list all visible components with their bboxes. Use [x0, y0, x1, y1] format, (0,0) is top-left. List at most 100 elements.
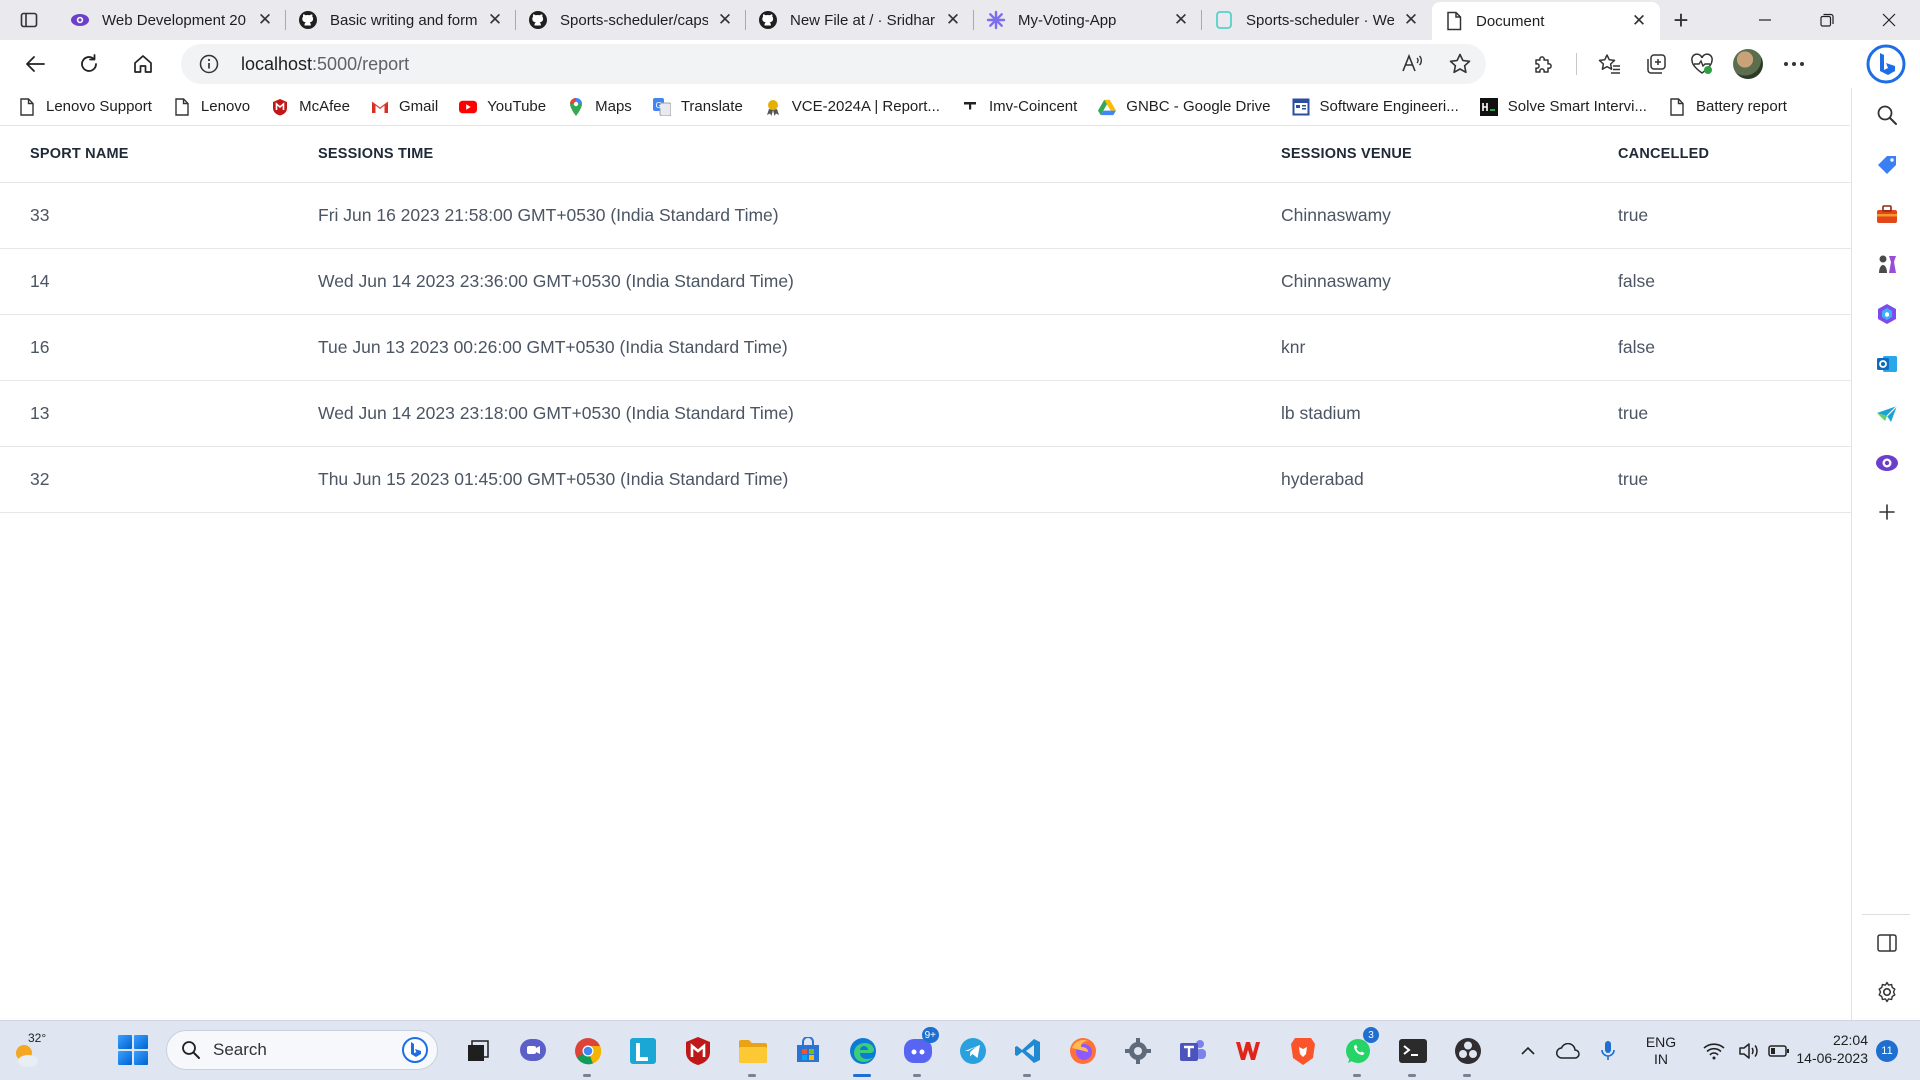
weather-widget[interactable]: 32°	[10, 1031, 50, 1069]
notification-center-badge[interactable]: 11	[1876, 1040, 1898, 1062]
url-path: :5000/report	[312, 53, 410, 74]
sidebar-search-button[interactable]	[1874, 102, 1900, 128]
browser-essentials-button[interactable]	[1679, 44, 1725, 84]
close-tab-icon[interactable]: ✕	[1400, 9, 1422, 31]
sidebar-games-button[interactable]	[1874, 251, 1900, 277]
sidebar-split-screen-button[interactable]	[1874, 930, 1900, 956]
close-tab-icon[interactable]: ✕	[942, 9, 964, 31]
clock[interactable]: 22:04 14-06-2023	[1780, 1031, 1868, 1067]
close-tab-icon[interactable]: ✕	[484, 9, 506, 31]
toolbox-icon	[1877, 205, 1897, 223]
gmail-icon	[371, 98, 389, 116]
edge-button[interactable]	[835, 1031, 890, 1077]
bookmark-imv-coincent[interactable]: Imv-Coincent	[961, 98, 1077, 116]
chrome-button[interactable]	[560, 1031, 615, 1077]
bookmark-battery-report[interactable]: Battery report	[1668, 97, 1787, 116]
translate-icon: G	[652, 97, 671, 116]
sidebar-shopping-button[interactable]	[1874, 152, 1900, 178]
close-tab-icon[interactable]: ✕	[1170, 9, 1192, 31]
profile-button[interactable]	[1725, 44, 1771, 84]
tab-sports-scheduler-caps[interactable]: Sports-scheduler/caps ✕	[516, 0, 746, 40]
tab-sports-scheduler-web[interactable]: Sports-scheduler · We ✕	[1202, 0, 1432, 40]
tab-web-development[interactable]: Web Development 20 ✕	[58, 0, 286, 40]
bookmark-software-engineering[interactable]: Software Engineeri...	[1292, 98, 1459, 116]
bookmark-lenovo-support[interactable]: Lenovo Support	[18, 97, 152, 116]
favorites-button[interactable]	[1587, 44, 1633, 84]
tab-my-voting-app[interactable]: My-Voting-App ✕	[974, 0, 1202, 40]
volume-button[interactable]	[1734, 1031, 1764, 1071]
wps-office-button[interactable]	[1220, 1031, 1275, 1071]
address-bar[interactable]: localhost:5000/report	[181, 44, 1486, 84]
firefox-button[interactable]	[1055, 1031, 1110, 1071]
taskbar-search[interactable]: Search	[166, 1030, 438, 1070]
mcafee-button[interactable]	[670, 1031, 725, 1071]
start-button[interactable]	[118, 1035, 148, 1065]
home-button[interactable]	[120, 44, 166, 84]
copilot-button[interactable]	[1866, 44, 1906, 84]
tab-title: Sports-scheduler/caps	[560, 11, 708, 29]
bookmark-google-drive[interactable]: GNBC - Google Drive	[1098, 98, 1271, 116]
bookmark-maps[interactable]: Maps	[567, 97, 632, 116]
sidebar-microsoft365-button[interactable]	[1874, 301, 1900, 327]
bookmark-mcafee[interactable]: McAfee	[271, 98, 350, 116]
telegram-button[interactable]	[945, 1031, 1000, 1071]
settings-app-button[interactable]	[1110, 1031, 1165, 1071]
whatsapp-button[interactable]: 3	[1330, 1027, 1385, 1077]
bookmark-vce-report[interactable]: VCE-2024A | Report...	[764, 98, 940, 116]
bookmark-youtube[interactable]: YouTube	[459, 98, 546, 116]
microphone-button[interactable]	[1588, 1031, 1628, 1071]
extensions-button[interactable]	[1520, 44, 1566, 84]
url-text[interactable]: localhost:5000/report	[241, 54, 409, 75]
close-window-button[interactable]	[1858, 0, 1920, 40]
sidebar-add-button[interactable]	[1874, 499, 1900, 525]
collections-button[interactable]	[1633, 44, 1679, 84]
close-tab-icon[interactable]: ✕	[1628, 10, 1650, 32]
vscode-button[interactable]	[1000, 1031, 1055, 1077]
tab-basic-writing[interactable]: Basic writing and form ✕	[286, 0, 516, 40]
bookmark-solve-smart-interview[interactable]: Solve Smart Intervi...	[1479, 97, 1647, 116]
mcafee-icon	[271, 98, 289, 116]
microsoft-store-button[interactable]	[780, 1031, 835, 1071]
sidebar-app-button[interactable]	[1874, 450, 1900, 476]
sidebar-settings-button[interactable]	[1874, 979, 1900, 1005]
restore-button[interactable]	[1796, 0, 1858, 40]
sidebar-drop-button[interactable]	[1874, 401, 1900, 427]
pinned-apps: 9+ 3	[450, 1027, 1495, 1077]
tab-document[interactable]: Document ✕	[1432, 2, 1660, 40]
info-icon[interactable]	[199, 54, 219, 74]
language-indicator[interactable]: ENG IN	[1636, 1034, 1686, 1068]
settings-menu-button[interactable]	[1771, 44, 1817, 84]
close-tab-icon[interactable]: ✕	[254, 9, 276, 31]
onedrive-button[interactable]	[1548, 1031, 1588, 1071]
bookmark-gmail[interactable]: Gmail	[371, 98, 438, 116]
teams-chat-button[interactable]	[505, 1031, 560, 1071]
report-table: SPORT NAME SESSIONS TIME SESSIONS VENUE …	[0, 127, 1851, 513]
star-icon[interactable]	[1448, 52, 1472, 76]
new-tab-button[interactable]: +	[1660, 0, 1702, 40]
tab-actions-button[interactable]	[0, 0, 58, 40]
network-button[interactable]	[1694, 1031, 1734, 1071]
terminal-button[interactable]	[1385, 1031, 1440, 1077]
show-hidden-icons-button[interactable]	[1508, 1031, 1548, 1071]
terminal-icon	[1479, 97, 1498, 116]
sidebar-tools-button[interactable]	[1874, 201, 1900, 227]
bookmark-lenovo[interactable]: Lenovo	[173, 97, 250, 116]
bing-icon[interactable]	[401, 1036, 429, 1064]
teams-button[interactable]	[1165, 1031, 1220, 1071]
minimize-button[interactable]	[1734, 0, 1796, 40]
obs-button[interactable]	[1440, 1031, 1495, 1077]
reload-button[interactable]	[66, 44, 112, 84]
discord-button[interactable]: 9+	[890, 1027, 945, 1077]
bookmark-translate[interactable]: G Translate	[652, 97, 743, 116]
launcher-l-button[interactable]	[615, 1031, 670, 1071]
close-tab-icon[interactable]: ✕	[714, 9, 736, 31]
task-view-button[interactable]	[450, 1031, 505, 1071]
award-icon	[764, 98, 782, 116]
brave-button[interactable]	[1275, 1031, 1330, 1071]
task-view-icon	[467, 1040, 489, 1061]
back-button[interactable]	[12, 44, 58, 84]
file-explorer-button[interactable]	[725, 1031, 780, 1077]
tab-new-file[interactable]: New File at / · Sridhar ✕	[746, 0, 974, 40]
read-aloud-icon[interactable]	[1400, 52, 1424, 76]
sidebar-outlook-button[interactable]	[1874, 351, 1900, 377]
